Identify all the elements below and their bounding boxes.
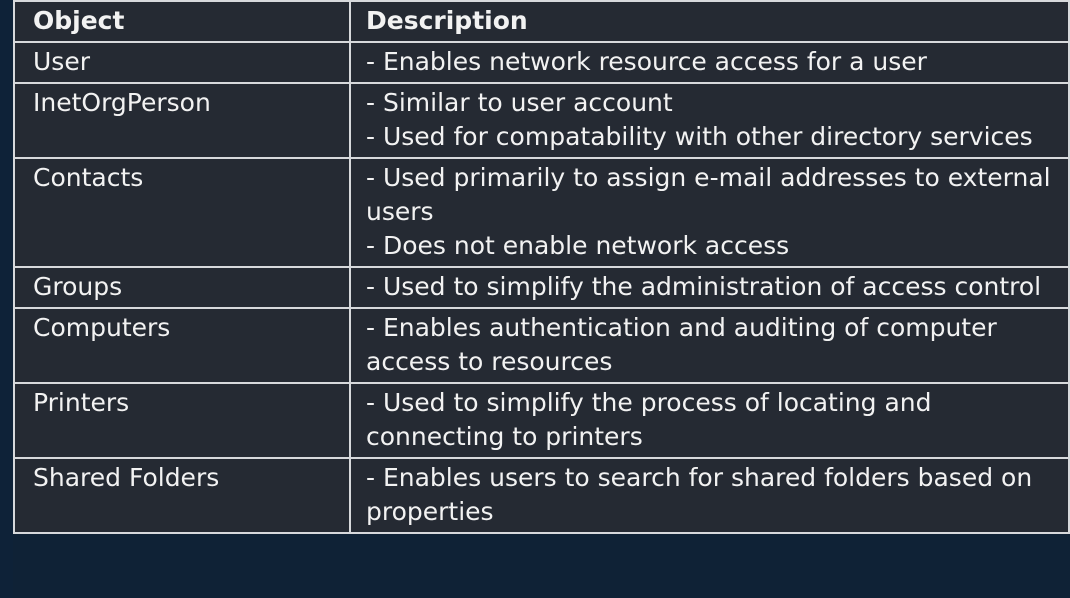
description-line: - Used primarily to assign e-mail addres…	[366, 163, 1051, 226]
table-row: Shared Folders - Enables users to search…	[13, 457, 1070, 534]
table-row: InetOrgPerson - Similar to user account …	[13, 82, 1070, 159]
description-line: - Used to simplify the administration of…	[366, 272, 1042, 301]
description-line: - Does not enable network access	[366, 231, 790, 260]
description-cell: - Used primarily to assign e-mail addres…	[349, 157, 1070, 268]
table-body: User - Enables network resource access f…	[13, 41, 1070, 534]
table-row: Computers - Enables authentication and a…	[13, 307, 1070, 384]
table-row: Groups - Used to simplify the administra…	[13, 266, 1070, 309]
header-object: Object	[13, 0, 351, 43]
object-cell: User	[13, 41, 351, 84]
table-row: Contacts - Used primarily to assign e-ma…	[13, 157, 1070, 268]
description-cell: - Used to simplify the process of locati…	[349, 382, 1070, 459]
table-row: Printers - Used to simplify the process …	[13, 382, 1070, 459]
description-cell: - Enables authentication and auditing of…	[349, 307, 1070, 384]
description-cell: - Enables users to search for shared fol…	[349, 457, 1070, 534]
description-cell: - Enables network resource access for a …	[349, 41, 1070, 84]
description-line: - Enables authentication and auditing of…	[366, 313, 997, 376]
description-cell: - Used to simplify the administration of…	[349, 266, 1070, 309]
description-line: - Enables users to search for shared fol…	[366, 463, 1033, 526]
table-row: User - Enables network resource access f…	[13, 41, 1070, 84]
object-cell: InetOrgPerson	[13, 82, 351, 159]
object-cell: Contacts	[13, 157, 351, 268]
description-line: - Used for compatability with other dire…	[366, 122, 1033, 151]
description-line: - Used to simplify the process of locati…	[366, 388, 932, 451]
description-cell: - Similar to user account - Used for com…	[349, 82, 1070, 159]
object-cell: Computers	[13, 307, 351, 384]
header-row: Object Description	[13, 0, 1070, 43]
left-background-strip	[0, 0, 13, 598]
table-header: Object Description	[13, 0, 1070, 43]
object-cell: Groups	[13, 266, 351, 309]
object-cell: Shared Folders	[13, 457, 351, 534]
directory-objects-table: Object Description User - Enables networ…	[13, 0, 1070, 534]
description-line: - Enables network resource access for a …	[366, 47, 927, 76]
object-cell: Printers	[13, 382, 351, 459]
header-description: Description	[349, 0, 1070, 43]
description-line: - Similar to user account	[366, 88, 673, 117]
